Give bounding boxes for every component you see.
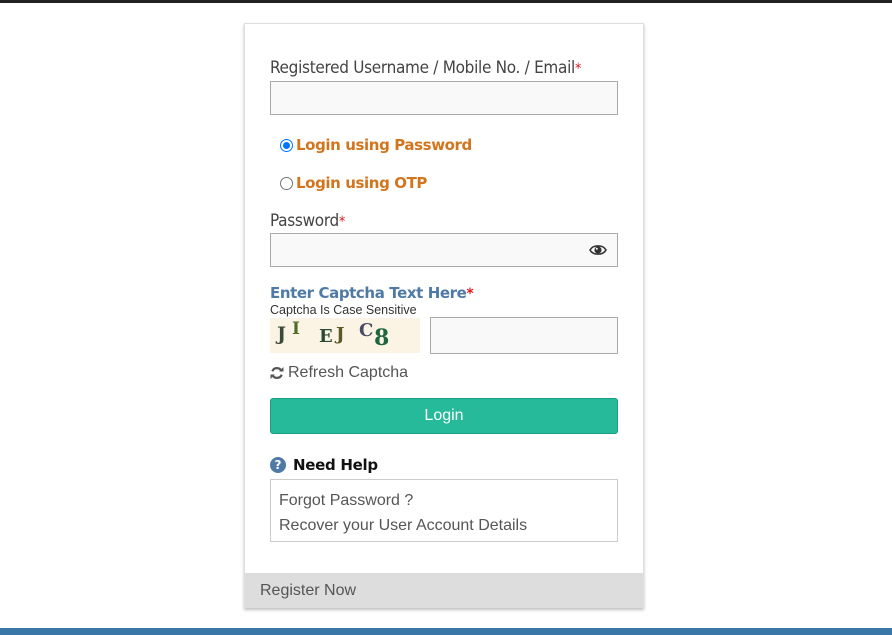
need-help-label: Need Help [293,456,378,474]
radio-button-selected[interactable] [280,138,293,152]
required-mark: * [338,214,345,230]
captcha-char: C [359,320,374,341]
captcha-case-note: Captcha Is Case Sensitive [270,303,417,317]
radio-label: Login using OTP [296,174,428,192]
captcha-image: J I E J C 8 [270,318,420,353]
question-circle-icon: ? [270,457,286,473]
radio-button[interactable] [280,176,293,190]
captcha-char: J [277,323,286,345]
refresh-captcha-label: Refresh Captcha [288,364,409,381]
radio-label: Login using Password [296,136,472,154]
password-label: Password* [270,211,345,231]
login-card: Registered Username / Mobile No. / Email… [244,23,644,608]
username-label: Registered Username / Mobile No. / Email… [270,58,581,78]
refresh-captcha-link[interactable]: Refresh Captcha [270,364,408,382]
help-links-box: Forgot Password ? Recover your User Acco… [270,479,618,542]
captcha-char: I [292,319,300,339]
username-input[interactable] [270,81,618,115]
captcha-char: J [336,324,345,345]
captcha-char: 8 [374,325,390,351]
password-label-text: Password [270,211,339,231]
login-button[interactable]: Login [270,398,618,434]
radio-login-password[interactable]: Login using Password [280,136,472,154]
captcha-input[interactable] [430,317,618,354]
username-label-text: Registered Username / Mobile No. / Email [270,58,575,78]
radio-login-otp[interactable]: Login using OTP [280,174,427,192]
required-mark: * [466,286,474,302]
captcha-label-text: Enter Captcha Text Here [270,284,467,302]
top-bar [0,0,892,3]
captcha-label: Enter Captcha Text Here* [270,284,474,302]
captcha-char: E [319,326,333,347]
refresh-icon [270,367,284,379]
required-mark: * [575,61,581,77]
footer-bar [0,628,892,635]
register-now-link[interactable]: Register Now [245,573,643,608]
need-help-heading: ? Need Help [270,456,378,474]
password-field[interactable] [270,233,618,267]
forgot-password-link[interactable]: Forgot Password ? [279,488,609,513]
eye-icon[interactable] [589,242,607,258]
recover-account-link[interactable]: Recover your User Account Details [279,513,609,538]
